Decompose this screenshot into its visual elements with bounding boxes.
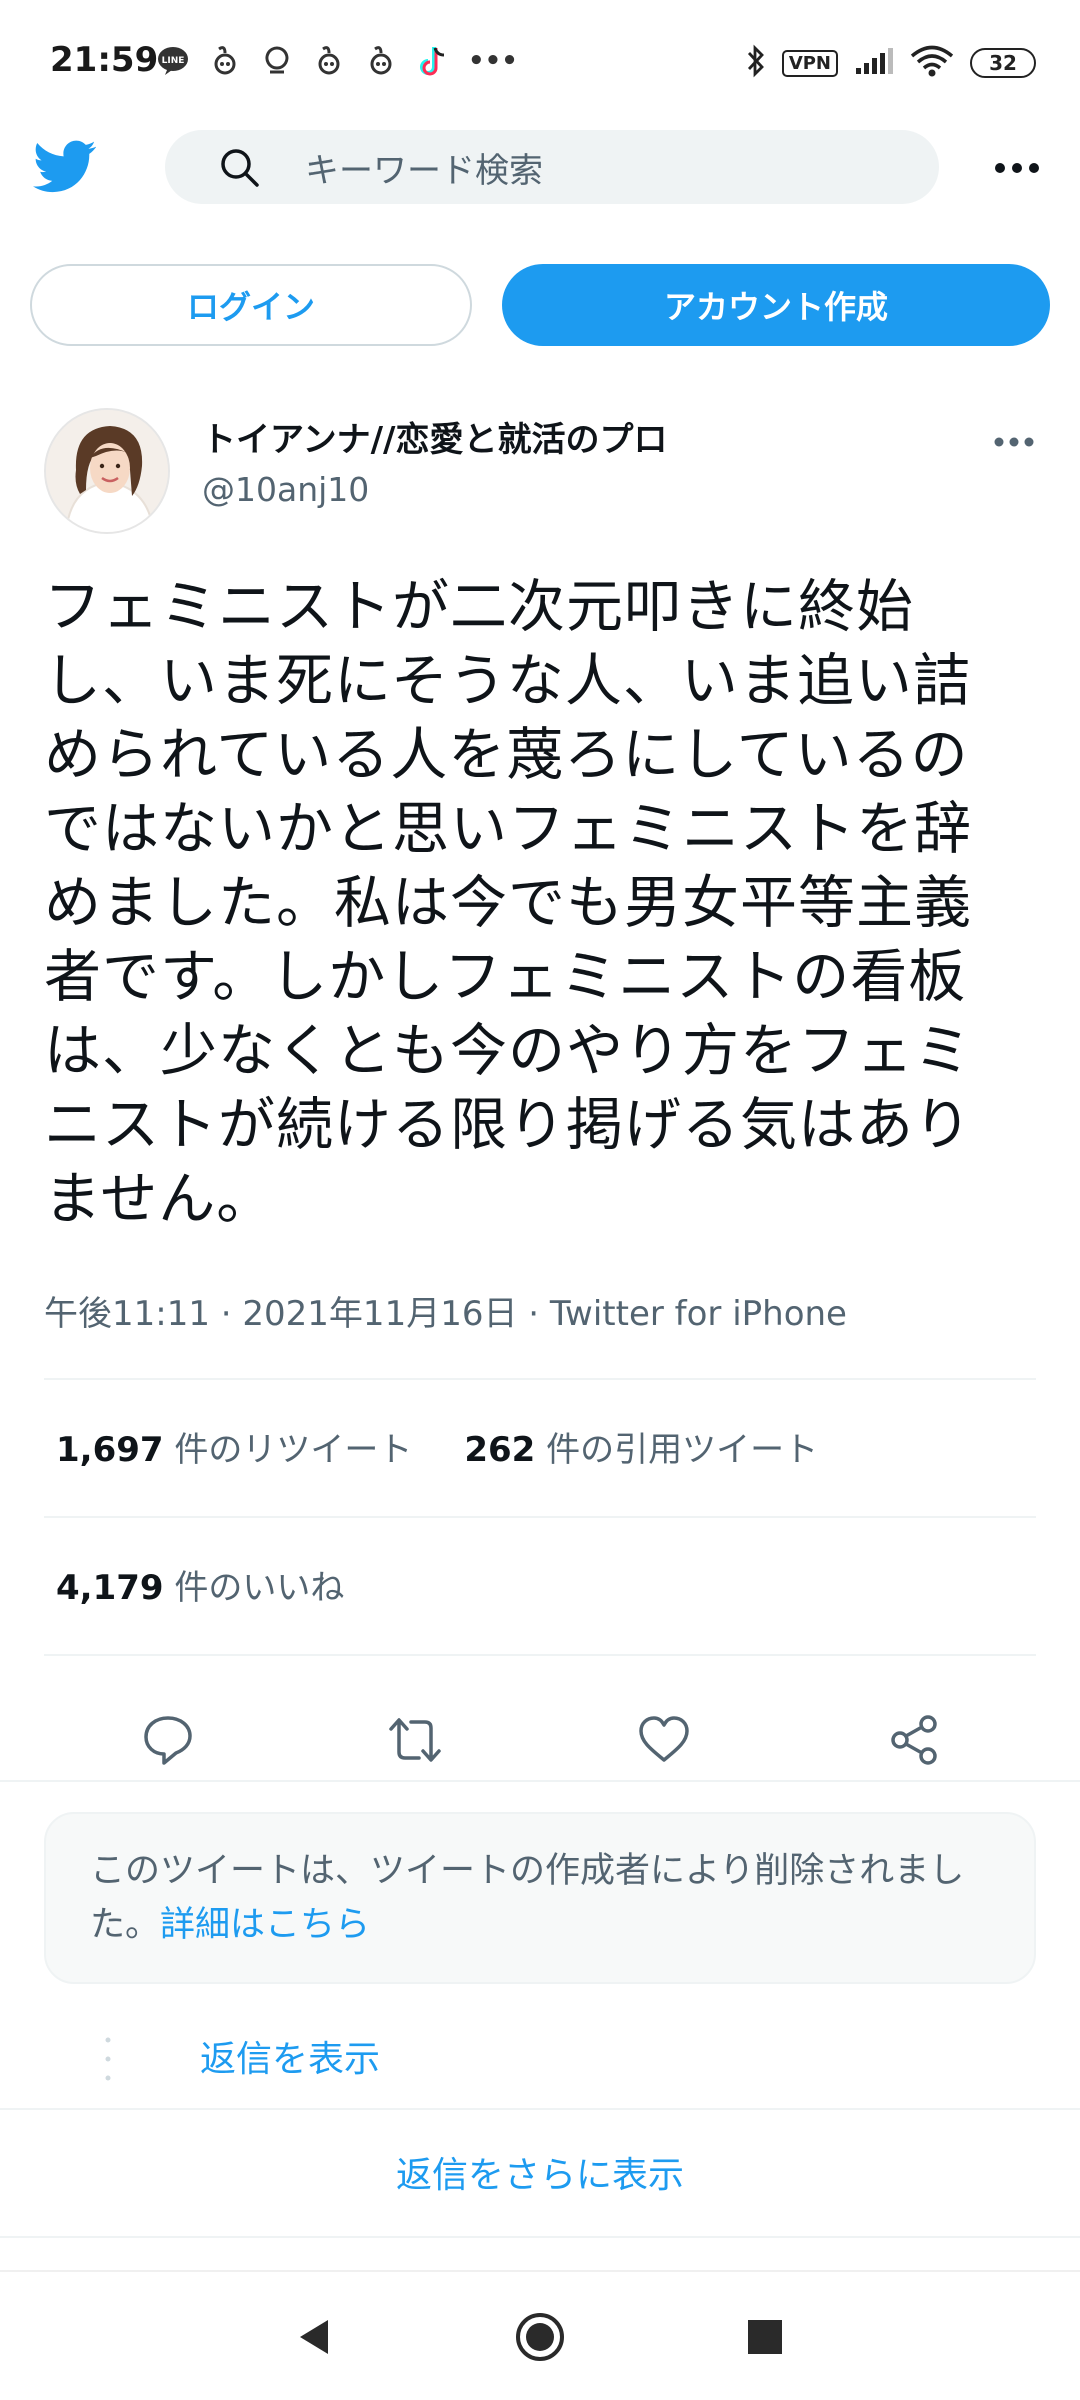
system-icons: VPN 32 <box>746 44 1036 82</box>
tweet-text: フェミニストが二次元叩きに終始 し、いま死にそうな人、いま追い詰 められている人… <box>44 570 1044 1236</box>
notification-icons: LINE ••• <box>156 44 518 78</box>
likes-stat[interactable]: 4,179 件のいいね <box>56 1560 344 1609</box>
tweet-line: 者です。しかしフェミニストの看板 <box>44 944 967 1010</box>
notification-icon <box>208 44 242 78</box>
show-more-replies-link[interactable]: 返信をさらに表示 <box>0 2146 1080 2198</box>
details-link[interactable]: 詳細はこちら <box>160 1905 370 1945</box>
tweet-line: し、いま死にそうな人、いま追い詰 <box>44 648 971 714</box>
vpn-badge: VPN <box>781 49 838 77</box>
system-nav-bar <box>0 2270 1080 2400</box>
more-options-icon[interactable] <box>994 162 1040 174</box>
recents-icon[interactable] <box>740 2312 790 2362</box>
notification-icon <box>260 44 294 78</box>
likes-label: 件のいいね <box>163 1568 345 1608</box>
quotes-label: 件の引用ツイート <box>535 1430 819 1470</box>
avatar[interactable] <box>44 408 170 534</box>
divider <box>0 1780 1080 1782</box>
divider <box>0 2236 1080 2238</box>
author-name[interactable]: トイアンナ//恋愛と就活のプロ <box>202 412 667 461</box>
deleted-tweet-notice: このツイートは、ツイートの作成者により削除されました。詳細はこちら <box>44 1812 1036 1984</box>
notification-icon <box>364 44 398 78</box>
tweet-more-icon[interactable] <box>994 436 1034 448</box>
signal-icon <box>854 46 894 80</box>
tweet-line: めました。私は今でも男女平等主義 <box>44 870 972 936</box>
show-reply-link[interactable]: 返信を表示 <box>200 2030 380 2082</box>
divider <box>44 1654 1036 1656</box>
search-input[interactable]: キーワード検索 <box>305 143 543 192</box>
divider <box>0 2108 1080 2110</box>
retweets-count: 1,697 <box>56 1430 164 1470</box>
tweet-line: められている人を蔑ろにしているの <box>44 722 969 788</box>
signup-button[interactable]: アカウント作成 <box>502 264 1050 346</box>
login-button[interactable]: ログイン <box>30 264 472 346</box>
status-bar: 21:59 LINE ••• VPN 32 <box>0 0 1080 120</box>
svg-text:LINE: LINE <box>162 56 185 66</box>
quotes-count: 262 <box>464 1430 536 1470</box>
reply-icon[interactable] <box>140 1712 196 1768</box>
back-icon[interactable] <box>290 2312 340 2362</box>
retweet-stats: 1,697 件のリツイート 262 件の引用ツイート <box>56 1422 818 1471</box>
tweet-line: フェミニストが二次元叩きに終始 <box>44 574 914 640</box>
quotes-stat[interactable]: 262 件の引用ツイート <box>464 1422 818 1471</box>
home-icon[interactable] <box>515 2312 565 2362</box>
tweet-line: ません。 <box>44 1166 275 1232</box>
search-bar[interactable]: キーワード検索 <box>165 130 939 204</box>
search-icon <box>221 149 259 187</box>
app-header: キーワード検索 <box>0 118 1080 218</box>
thread-line-icon <box>105 2037 111 2081</box>
wifi-icon <box>910 45 954 81</box>
line-icon: LINE <box>156 44 190 78</box>
share-icon[interactable] <box>886 1712 942 1768</box>
likes-count: 4,179 <box>56 1568 164 1608</box>
tiktok-icon <box>416 44 450 78</box>
retweets-label: 件のリツイート <box>163 1430 413 1470</box>
twitter-logo-icon[interactable] <box>33 140 97 194</box>
tweet-line: は、少なくとも今のやり方をフェミ <box>44 1018 972 1084</box>
tweet-timestamp[interactable]: 午後11:11 · 2021年11月16日 · Twitter for iPho… <box>44 1286 847 1335</box>
tweet-actions <box>0 1680 1080 1800</box>
author-handle[interactable]: @10anj10 <box>202 470 369 509</box>
tweet-line: ではないかと思いフェミニストを辞 <box>44 796 972 862</box>
retweet-icon[interactable] <box>387 1712 443 1768</box>
tweet-line: ニストが続ける限り掲げる気はあり <box>44 1092 972 1158</box>
status-time: 21:59 <box>50 40 159 80</box>
like-icon[interactable] <box>636 1712 692 1768</box>
retweets-stat[interactable]: 1,697 件のリツイート <box>56 1422 412 1471</box>
notification-icon <box>312 44 346 78</box>
battery-indicator: 32 <box>970 48 1036 78</box>
more-notifications-icon: ••• <box>468 46 518 76</box>
divider <box>44 1516 1036 1518</box>
divider <box>44 1378 1036 1380</box>
bluetooth-icon <box>746 44 766 82</box>
